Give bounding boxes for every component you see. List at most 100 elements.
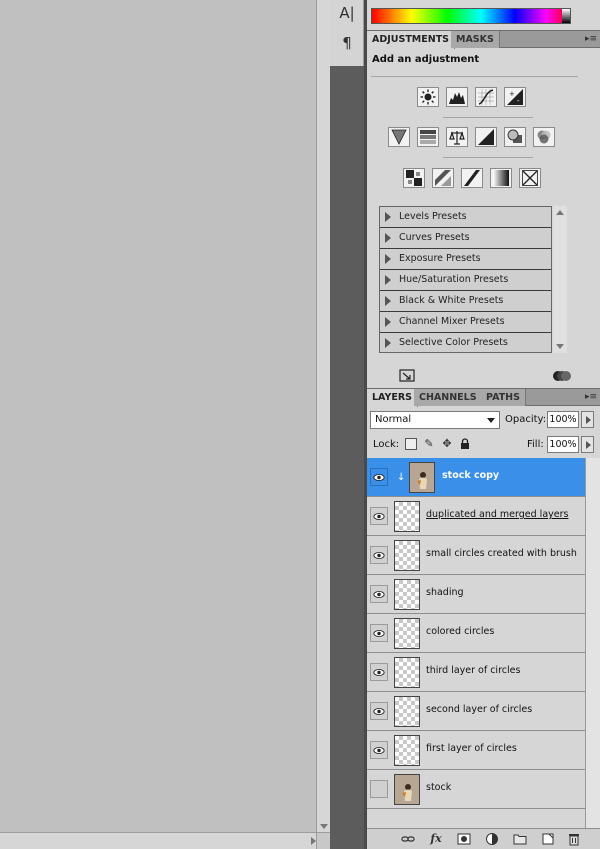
lock-position-icon[interactable]: ✥ xyxy=(441,438,453,450)
layer-name[interactable]: small circles created with brush xyxy=(426,548,577,559)
preset-item[interactable]: Selective Color Presets xyxy=(380,333,551,354)
new-layer-icon[interactable] xyxy=(541,832,555,846)
visibility-toggle-empty[interactable] xyxy=(370,780,388,798)
new-group-icon[interactable] xyxy=(513,832,527,846)
scroll-up-arrow-icon[interactable] xyxy=(556,210,564,215)
invert-icon[interactable] xyxy=(403,168,425,188)
layers-scrollbar[interactable] xyxy=(585,458,600,828)
expand-triangle-icon[interactable] xyxy=(385,212,391,222)
opacity-input[interactable]: 100% xyxy=(547,411,579,428)
lock-all-icon[interactable] xyxy=(459,438,471,450)
levels-icon[interactable] xyxy=(446,87,468,107)
visibility-eye-icon[interactable] xyxy=(370,546,388,564)
preset-item[interactable]: Black & White Presets xyxy=(380,291,551,312)
layer-row[interactable]: third layer of circles xyxy=(367,653,585,692)
opacity-slider-button[interactable] xyxy=(581,411,594,428)
posterize-icon[interactable] xyxy=(432,168,454,188)
type-tool-icon[interactable]: A| xyxy=(338,4,356,22)
black-white-ramp[interactable] xyxy=(562,9,570,23)
layer-name[interactable]: colored circles xyxy=(426,626,494,637)
hue-saturation-icon[interactable] xyxy=(417,127,439,147)
color-spectrum-bar[interactable] xyxy=(371,8,571,24)
paragraph-icon[interactable]: ¶ xyxy=(338,34,356,52)
delete-layer-icon[interactable] xyxy=(567,832,581,846)
scroll-down-arrow-icon[interactable] xyxy=(320,824,328,829)
visibility-eye-icon[interactable] xyxy=(370,507,388,525)
brightness-contrast-icon[interactable] xyxy=(417,87,439,107)
gradient-map-icon[interactable] xyxy=(490,168,512,188)
layer-name[interactable]: stock xyxy=(426,782,451,793)
visibility-eye-icon[interactable] xyxy=(370,468,388,486)
expanded-view-icon[interactable] xyxy=(399,369,417,383)
layer-name[interactable]: second layer of circles xyxy=(426,704,532,715)
panel-menu-icon[interactable]: ▸≡ xyxy=(585,34,597,44)
visibility-eye-icon[interactable] xyxy=(370,585,388,603)
add-mask-icon[interactable] xyxy=(457,832,471,846)
layer-thumbnail[interactable] xyxy=(394,618,420,649)
tab-masks[interactable]: MASKS xyxy=(451,31,500,48)
layer-thumbnail[interactable] xyxy=(394,501,420,532)
layer-thumbnail[interactable] xyxy=(394,774,420,805)
expand-triangle-icon[interactable] xyxy=(385,338,391,348)
layer-name[interactable]: first layer of circles xyxy=(426,743,517,754)
layer-row[interactable]: shading xyxy=(367,575,585,614)
scroll-down-arrow-icon[interactable] xyxy=(556,344,564,349)
layer-thumbnail[interactable] xyxy=(394,735,420,766)
layer-row[interactable]: duplicated and merged layers xyxy=(367,497,585,536)
lock-transparent-icon[interactable] xyxy=(405,438,417,450)
visibility-eye-icon[interactable] xyxy=(370,663,388,681)
exposure-icon[interactable]: + - xyxy=(504,87,526,107)
preset-item[interactable]: Levels Presets xyxy=(380,207,551,228)
vibrance-icon[interactable] xyxy=(388,127,410,147)
layer-name[interactable]: shading xyxy=(426,587,464,598)
layer-name[interactable]: third layer of circles xyxy=(426,665,520,676)
layer-thumbnail[interactable] xyxy=(409,462,435,493)
layer-row[interactable]: stock xyxy=(367,770,585,809)
layer-thumbnail[interactable] xyxy=(394,540,420,571)
canvas-vertical-scrollbar[interactable] xyxy=(316,0,330,832)
threshold-icon[interactable] xyxy=(461,168,483,188)
layer-row[interactable]: first layer of circles xyxy=(367,731,585,770)
tab-adjustments[interactable]: ADJUSTMENTS xyxy=(367,31,456,49)
black-white-icon[interactable] xyxy=(475,127,497,147)
presets-scrollbar[interactable] xyxy=(553,206,567,353)
expand-triangle-icon[interactable] xyxy=(385,296,391,306)
clip-to-layer-icon[interactable] xyxy=(553,369,571,383)
layer-row[interactable]: ↓ stock copy xyxy=(367,458,585,497)
layer-name[interactable]: stock copy xyxy=(442,470,499,481)
layer-style-icon[interactable]: fx xyxy=(429,832,443,846)
expand-triangle-icon[interactable] xyxy=(385,254,391,264)
new-adjustment-layer-icon[interactable] xyxy=(485,832,499,846)
panel-menu-icon[interactable]: ▸≡ xyxy=(585,392,597,402)
canvas-horizontal-scrollbar[interactable] xyxy=(0,832,330,849)
expand-triangle-icon[interactable] xyxy=(385,275,391,285)
fill-slider-button[interactable] xyxy=(581,436,594,453)
preset-item[interactable]: Curves Presets xyxy=(380,228,551,249)
link-layers-icon[interactable] xyxy=(401,832,415,846)
visibility-eye-icon[interactable] xyxy=(370,702,388,720)
preset-item[interactable]: Exposure Presets xyxy=(380,249,551,270)
curves-icon[interactable] xyxy=(475,87,497,107)
color-balance-icon[interactable] xyxy=(446,127,468,147)
photo-filter-icon[interactable] xyxy=(504,127,526,147)
document-canvas[interactable] xyxy=(0,0,316,849)
blend-mode-select[interactable]: Normal xyxy=(370,411,500,429)
layer-row[interactable]: colored circles xyxy=(367,614,585,653)
channel-mixer-icon[interactable] xyxy=(533,127,555,147)
tab-paths[interactable]: PATHS xyxy=(481,389,526,406)
layer-thumbnail[interactable] xyxy=(394,579,420,610)
layer-name[interactable]: duplicated and merged layers xyxy=(426,509,568,520)
fill-input[interactable]: 100% xyxy=(547,436,579,453)
layer-thumbnail[interactable] xyxy=(394,696,420,727)
layer-thumbnail[interactable] xyxy=(394,657,420,688)
expand-triangle-icon[interactable] xyxy=(385,233,391,243)
preset-item[interactable]: Hue/Saturation Presets xyxy=(380,270,551,291)
selective-color-icon[interactable] xyxy=(519,168,541,188)
expand-triangle-icon[interactable] xyxy=(385,317,391,327)
layer-row[interactable]: small circles created with brush xyxy=(367,536,585,575)
preset-item[interactable]: Channel Mixer Presets xyxy=(380,312,551,333)
tab-layers[interactable]: LAYERS xyxy=(367,389,419,407)
visibility-eye-icon[interactable] xyxy=(370,741,388,759)
layer-row[interactable]: second layer of circles xyxy=(367,692,585,731)
lock-pixels-icon[interactable]: ✎ xyxy=(423,438,435,450)
